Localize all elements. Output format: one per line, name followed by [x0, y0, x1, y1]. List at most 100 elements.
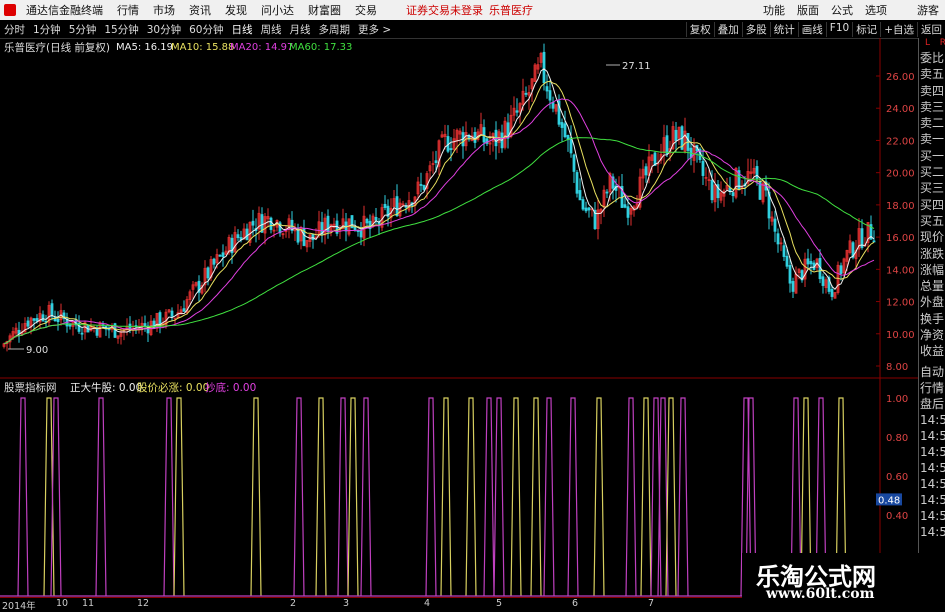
candle-body: [41, 314, 45, 322]
signal-spike: [163, 397, 175, 597]
candle-body: [782, 245, 786, 257]
period-1min[interactable]: 1分钟: [29, 22, 65, 37]
menu-item-wealth[interactable]: 财富圈: [301, 2, 348, 18]
signal-spike: [640, 397, 652, 597]
period-monthly[interactable]: 月线: [286, 22, 315, 37]
sidebar-quote-item: 现价: [920, 230, 945, 245]
adjust-button[interactable]: 复权: [685, 21, 714, 37]
period-5min[interactable]: 5分钟: [65, 22, 101, 37]
period-15min[interactable]: 15分钟: [100, 22, 142, 37]
candle-body: [551, 101, 555, 109]
sidebar-tick-item[interactable]: 盘后: [919, 396, 945, 412]
candle-body: [560, 122, 564, 128]
menu-item-market[interactable]: 市场: [146, 2, 182, 18]
y-tick-label: 20.00: [886, 169, 915, 180]
menu-item-news[interactable]: 资讯: [182, 2, 218, 18]
date-label: 7: [648, 598, 655, 609]
sidebar-quote-item: 卖一: [920, 132, 945, 147]
menu-item-formula[interactable]: 公式: [825, 2, 859, 18]
signal-spike: [337, 397, 349, 597]
sidebar-quote-item: 外盘: [920, 295, 945, 310]
stock-name-header: 乐普医疗: [489, 4, 533, 17]
sidebar-tick-item: 14:50: [920, 524, 945, 539]
period-daily[interactable]: 日线: [228, 22, 257, 37]
sidebar-corner-r[interactable]: R: [934, 38, 945, 50]
candle-body: [422, 185, 426, 190]
stats-button[interactable]: 统计: [769, 21, 798, 37]
signal-spike: [510, 397, 522, 597]
add-watchlist-button[interactable]: +自选: [880, 21, 917, 37]
period-60min[interactable]: 60分钟: [185, 22, 227, 37]
mark-button[interactable]: 标记: [852, 21, 880, 37]
back-button[interactable]: 返回: [917, 21, 945, 37]
menu-item-functions[interactable]: 功能: [757, 2, 791, 18]
candle-body: [839, 265, 843, 275]
date-label: 3: [343, 598, 350, 609]
sidebar-tick-item[interactable]: 自动: [919, 364, 945, 380]
ma10-label: MA10: 15.88: [171, 42, 235, 53]
quote-sidebar: L R 委比 卖五 卖四 卖三 卖二 卖一 买一 买二 买三 买四 买五 现价 涨跌 涨幅 总量 外盘 换手 净资…: [918, 38, 945, 609]
menu-item-ask[interactable]: 问小达: [254, 2, 301, 18]
sidebar-tick-item: 14:50: [920, 508, 945, 523]
candle-body: [578, 190, 582, 201]
signal-spike: [593, 397, 605, 597]
period-multi[interactable]: 多周期: [315, 22, 355, 37]
candle-body: [245, 228, 249, 241]
sidebar-quote-item: 委比: [920, 51, 945, 65]
candle-body: [449, 148, 453, 151]
period-weekly[interactable]: 周线: [257, 22, 286, 37]
signal-spike: [360, 397, 372, 597]
ind-y-tick-label: 1.00: [886, 394, 908, 405]
date-label: 6: [572, 598, 579, 609]
menu-item-trade[interactable]: 交易: [348, 2, 384, 18]
candle-body: [830, 289, 834, 297]
sidebar-quote-item: 涨幅: [920, 262, 945, 277]
candle-body: [395, 196, 399, 216]
candle-body: [182, 308, 186, 312]
sidebar-quote-item: 换手: [920, 311, 945, 326]
candle-body: [584, 207, 588, 212]
sidebar-tick-item: 14:50: [920, 476, 945, 491]
period-intraday[interactable]: 分时: [0, 22, 29, 37]
sidebar-tick-item: 14:50: [920, 412, 945, 427]
period-30min[interactable]: 30分钟: [143, 22, 185, 37]
overlay-button[interactable]: 叠加: [713, 21, 742, 37]
signal-spike: [440, 397, 452, 597]
candle-body: [548, 90, 552, 101]
kline-chart[interactable]: 27.11 9.00 26.00 24.00 22.00 20.00 18.00 16.0…: [0, 38, 918, 609]
candle-body: [542, 51, 546, 84]
candle-body: [374, 217, 378, 221]
sidebar-corner-l[interactable]: L: [919, 38, 930, 50]
candle-body: [587, 207, 591, 211]
sidebar-quote-item: 买三: [920, 181, 945, 196]
candle-body: [515, 110, 519, 113]
candle-body: [56, 318, 60, 323]
menu-item-discover[interactable]: 发现: [218, 2, 254, 18]
menu-item-options[interactable]: 选项: [859, 2, 893, 18]
period-more[interactable]: 更多 >: [354, 22, 395, 37]
candle-body: [575, 172, 579, 194]
ma60-label: MA60: 17.33: [289, 42, 353, 53]
candle-body: [383, 203, 387, 208]
draw-button[interactable]: 画线: [797, 21, 826, 37]
ma5-label: MA5: 16.19: [116, 42, 174, 53]
y-tick-label: 18.00: [886, 201, 915, 212]
ma5-line: [3, 68, 875, 345]
signal-spike: [677, 397, 689, 597]
indicator-name[interactable]: 股票指标网: [4, 380, 57, 395]
candle-body: [170, 310, 174, 317]
y-tick-label: 24.00: [886, 104, 915, 115]
candle-body: [311, 233, 315, 241]
signal-spike: [50, 397, 62, 597]
multi-stock-button[interactable]: 多股: [741, 21, 770, 37]
menu-item-layout[interactable]: 版面: [791, 2, 825, 18]
f10-button[interactable]: F10: [825, 21, 852, 37]
menu-item-quotes[interactable]: 行情: [110, 2, 146, 18]
guest-label[interactable]: 游客: [911, 2, 945, 18]
signal-spike: [293, 397, 305, 597]
sidebar-tick-item[interactable]: 行情: [919, 380, 945, 396]
login-notice[interactable]: 证券交易未登录: [406, 2, 483, 18]
sidebar-quote-item: 卖五: [920, 67, 945, 82]
y-tick-label: 14.00: [886, 265, 915, 276]
candle-body: [644, 166, 648, 176]
